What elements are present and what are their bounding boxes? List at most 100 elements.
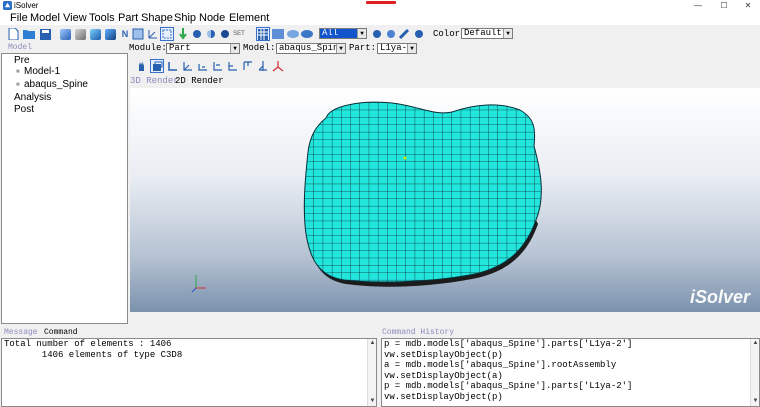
tree-item-analysis[interactable]: Analysis <box>14 92 51 104</box>
view-front-icon[interactable] <box>166 59 180 73</box>
app-window: iSolver — ☐ ✕ File Model View Tools Part… <box>0 0 760 407</box>
cube-solid-icon[interactable] <box>58 27 72 41</box>
maximize-button[interactable]: ☐ <box>712 0 736 12</box>
view-right-icon[interactable] <box>241 59 255 73</box>
view-left-icon[interactable] <box>226 59 240 73</box>
chevron-down-icon: ▼ <box>336 44 345 53</box>
shape-ring-icon[interactable] <box>300 27 314 41</box>
dot-dark-icon[interactable] <box>218 27 232 41</box>
command-history-pane: p = mdb.models['abaqus_Spine'].parts['L1… <box>381 338 760 407</box>
arrow-down-icon[interactable] <box>176 27 190 41</box>
history-line[interactable]: vw.setDisplayObject(a) <box>382 371 759 382</box>
scroll-down-icon[interactable]: ▼ <box>751 397 759 406</box>
render-viewport[interactable]: iSolver <box>130 88 760 312</box>
pan-hand-icon[interactable] <box>135 59 149 73</box>
mesh-canvas <box>191 101 542 293</box>
rotate-view-icon[interactable] <box>150 59 164 73</box>
history-scrollbar[interactable]: ▲ ▼ <box>750 339 759 406</box>
grid-view-icon[interactable] <box>256 27 270 41</box>
select-box-icon[interactable] <box>160 27 174 41</box>
title-bar: iSolver — ☐ ✕ <box>0 0 760 12</box>
menu-file[interactable]: File <box>10 12 28 25</box>
filter-select-value: All <box>322 28 339 38</box>
scroll-up-icon[interactable]: ▲ <box>751 339 759 348</box>
menu-part[interactable]: Part <box>118 12 138 25</box>
view-back-icon[interactable] <box>181 59 195 73</box>
color-select-value: Default <box>464 28 502 38</box>
select-ball-icon[interactable] <box>370 27 384 41</box>
chevron-down-icon: ▼ <box>503 29 512 38</box>
menu-bar: File Model View Tools Part Shape Ship No… <box>0 12 760 25</box>
menu-shape[interactable]: Shape <box>141 12 173 25</box>
message-line: 1406 elements of type C3D8 <box>4 349 183 360</box>
menu-ship[interactable]: Ship <box>174 12 196 25</box>
chevron-down-icon: ▼ <box>230 44 239 53</box>
menu-view[interactable]: View <box>63 12 87 25</box>
tree-item-model-1[interactable]: Model-1 <box>24 66 60 78</box>
tab-3d-render[interactable]: 3D Render <box>130 76 179 87</box>
message-scrollbar[interactable]: ▲ ▼ <box>367 339 376 406</box>
view-iso-icon[interactable] <box>256 59 270 73</box>
part-select[interactable]: L1ya-2 ▼ <box>377 43 417 54</box>
module-select[interactable]: Part ▼ <box>166 43 240 54</box>
cube-edge-icon[interactable] <box>103 27 117 41</box>
layers-icon[interactable] <box>271 27 285 41</box>
model-select[interactable]: abaqus_Spine ▼ <box>276 43 346 54</box>
message-line: Total number of elements : 1406 <box>4 339 172 349</box>
set-button[interactable]: SET <box>232 27 246 41</box>
menu-element[interactable]: Element <box>229 12 269 25</box>
part-label: Part: <box>349 43 377 53</box>
history-line[interactable]: a = mdb.models['abaqus_Spine'].rootAssem… <box>382 360 759 371</box>
save-icon[interactable] <box>38 27 52 41</box>
view-bottom-icon[interactable] <box>211 59 225 73</box>
cube-shaded-icon[interactable] <box>88 27 102 41</box>
chevron-down-icon: ▼ <box>407 44 416 53</box>
model-tree: Pre ■ Model-1 ■ abaqus_Spine Analysis Po… <box>1 53 128 324</box>
normal-icon[interactable]: N <box>118 27 132 41</box>
tool-ball-icon[interactable] <box>412 27 426 41</box>
tree-item-abaqus-spine[interactable]: abaqus_Spine <box>24 79 88 91</box>
new-file-icon[interactable] <box>6 27 20 41</box>
command-history-title: Command History <box>382 328 455 337</box>
view-box-icon[interactable] <box>131 27 145 41</box>
axis-icon[interactable] <box>146 27 160 41</box>
axis-triad <box>191 275 206 293</box>
minimize-button[interactable]: — <box>686 0 710 12</box>
history-line[interactable]: vw.setDisplayObject(p) <box>382 392 759 403</box>
title-drag-handle[interactable] <box>366 1 396 4</box>
history-line[interactable]: vw.setDisplayObject(p) <box>382 350 759 361</box>
module-select-value: Part <box>169 43 191 53</box>
chevron-down-icon: ▼ <box>357 29 366 38</box>
select-cursor-icon[interactable] <box>384 27 398 41</box>
history-line[interactable]: p = mdb.models['abaqus_Spine'].parts['L1… <box>382 339 759 350</box>
module-label: Module: <box>129 43 167 53</box>
tab-command[interactable]: Command <box>44 328 78 338</box>
tree-item-post[interactable]: Post <box>14 104 34 116</box>
pick-marker <box>403 156 407 160</box>
scroll-down-icon[interactable]: ▼ <box>368 397 376 406</box>
model-label: Model: <box>243 43 276 53</box>
filter-select[interactable]: All ▼ <box>319 28 367 39</box>
color-select[interactable]: Default ▼ <box>461 28 513 39</box>
shape-disk-icon[interactable] <box>286 27 300 41</box>
close-button[interactable]: ✕ <box>736 0 760 12</box>
history-line[interactable]: p = mdb.models['abaqus_Spine'].parts['L1… <box>382 381 759 392</box>
view-top-icon[interactable] <box>196 59 210 73</box>
tree-expand-icon[interactable]: ■ <box>16 69 20 75</box>
menu-model[interactable]: Model <box>30 12 60 25</box>
model-panel-title: Model <box>8 43 33 52</box>
menu-node[interactable]: Node <box>199 12 225 25</box>
half-dot-icon[interactable] <box>204 27 218 41</box>
tool-pen-icon[interactable] <box>398 27 412 41</box>
scroll-up-icon[interactable]: ▲ <box>368 339 376 348</box>
tab-2d-render[interactable]: 2D Render <box>175 76 224 87</box>
open-folder-icon[interactable] <box>22 27 36 41</box>
tab-message[interactable]: Message <box>4 328 38 338</box>
dot-blue-icon[interactable] <box>190 27 204 41</box>
main-toolbar: N SET All ▼ Color: Default ▼ <box>0 25 760 43</box>
cube-wire-icon[interactable] <box>73 27 87 41</box>
app-logo-icon <box>3 1 12 10</box>
tree-expand-icon[interactable]: ■ <box>16 82 20 88</box>
menu-tools[interactable]: Tools <box>89 12 115 25</box>
axis-triad-icon[interactable] <box>271 59 285 73</box>
